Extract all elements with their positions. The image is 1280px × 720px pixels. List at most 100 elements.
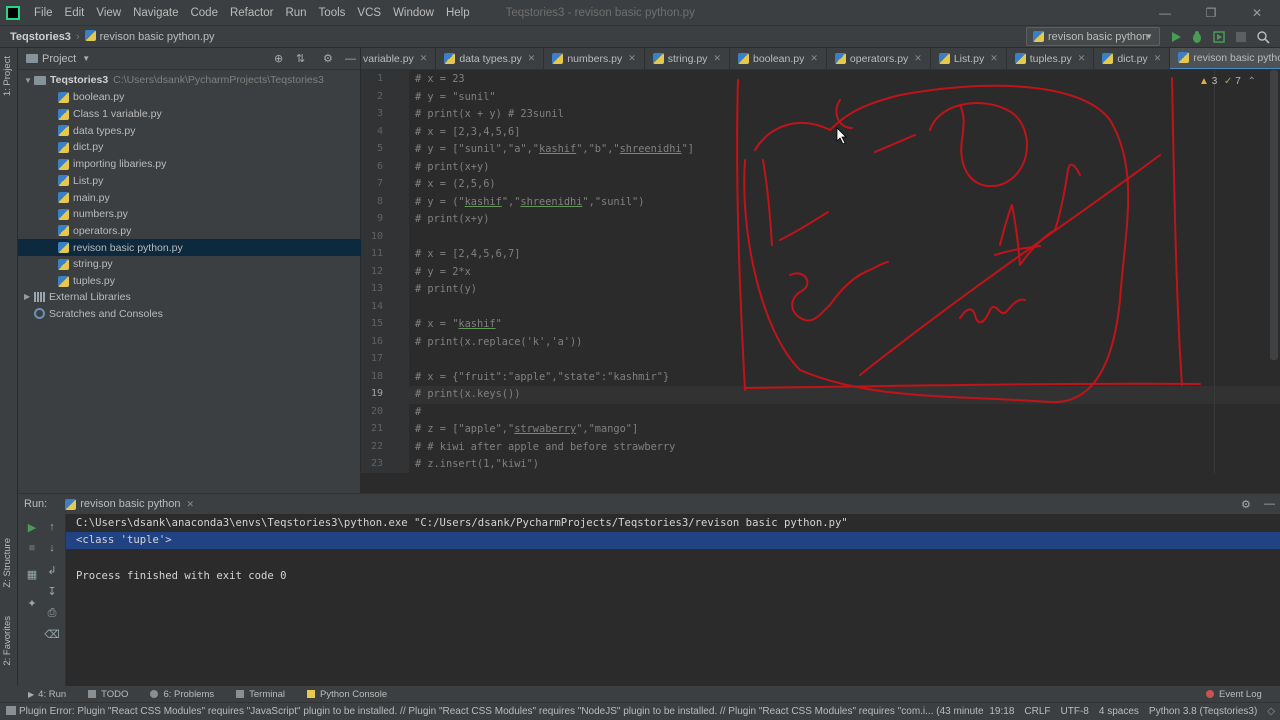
scroll-up-icon[interactable]: ↑ bbox=[45, 520, 59, 534]
menu-edit[interactable]: Edit bbox=[59, 7, 91, 19]
layout-icon[interactable]: ▦ bbox=[25, 567, 39, 581]
tree-file-item[interactable]: importing libaries.py bbox=[18, 156, 361, 173]
close-tab-icon[interactable]: ✕ bbox=[528, 53, 536, 64]
editor-tab[interactable]: variable.py ✕ bbox=[361, 48, 437, 69]
menu-help[interactable]: Help bbox=[440, 7, 476, 19]
pin-icon[interactable]: ✦ bbox=[25, 596, 39, 610]
menu-navigate[interactable]: Navigate bbox=[127, 7, 184, 19]
tree-file-item[interactable]: boolean.py bbox=[18, 89, 361, 106]
todo-tool-tab[interactable]: TODO bbox=[78, 689, 140, 700]
tree-file-item[interactable]: List.py bbox=[18, 173, 361, 190]
gear-icon[interactable]: ⚙ bbox=[1241, 498, 1251, 511]
terminal-tool-tab[interactable]: Terminal bbox=[226, 689, 297, 700]
close-tab-icon[interactable]: ✕ bbox=[420, 53, 428, 64]
close-tab-icon[interactable]: ✕ bbox=[187, 499, 195, 510]
scroll-down-icon[interactable]: ↓ bbox=[45, 541, 59, 555]
structure-tool-tab[interactable]: Z: Structure bbox=[2, 538, 13, 588]
tree-file-item[interactable]: Class 1 variable.py bbox=[18, 106, 361, 123]
tree-external-libraries[interactable]: ▶ External Libraries bbox=[18, 289, 361, 306]
hide-icon[interactable]: — bbox=[1264, 498, 1275, 510]
breadcrumb-file[interactable]: revison basic python.py bbox=[84, 30, 215, 43]
rerun-icon[interactable]: ▶ bbox=[25, 520, 39, 534]
editor-tab[interactable]: dict.py ✕ bbox=[1094, 48, 1171, 69]
console-output[interactable]: C:\Users\dsank\anaconda3\envs\Teqstories… bbox=[66, 514, 1280, 687]
close-tab-icon[interactable]: ✕ bbox=[1154, 53, 1162, 64]
stop-icon[interactable]: ■ bbox=[25, 541, 39, 555]
menu-file[interactable]: File bbox=[28, 7, 59, 19]
trash-icon[interactable]: ⌫ bbox=[44, 627, 60, 641]
run-button[interactable] bbox=[1167, 28, 1185, 46]
close-tab-icon[interactable]: ✕ bbox=[990, 53, 998, 64]
tree-file-label: revison basic python.py bbox=[73, 241, 183, 254]
gear-icon[interactable]: ⚙ bbox=[323, 52, 333, 65]
hide-icon[interactable]: — bbox=[345, 53, 356, 65]
close-tab-icon[interactable]: ✕ bbox=[914, 53, 922, 64]
tree-file-item[interactable]: main.py bbox=[18, 189, 361, 206]
editor-tab[interactable]: operators.py ✕ bbox=[827, 48, 931, 69]
menu-code[interactable]: Code bbox=[184, 7, 224, 19]
code-editor[interactable]: ▲ 3 ✓ 7 ⌃ # x = 23 # y = "sunil" # print(x… bbox=[409, 70, 1280, 473]
menu-window[interactable]: Window bbox=[387, 7, 440, 19]
chevron-down-icon[interactable]: ▼ bbox=[82, 54, 90, 63]
coverage-button[interactable] bbox=[1210, 28, 1228, 46]
run-tool-tab[interactable]: ▶ 4: Run bbox=[0, 689, 78, 700]
editor-tab[interactable]: List.py ✕ bbox=[931, 48, 1007, 69]
debug-button[interactable] bbox=[1188, 28, 1206, 46]
editor-tab[interactable]: string.py ✕ bbox=[645, 48, 730, 69]
event-log-tool-tab[interactable]: Event Log bbox=[1196, 689, 1274, 700]
problems-tool-tab[interactable]: 6: Problems bbox=[140, 689, 226, 700]
minimize-icon[interactable]: — bbox=[1142, 0, 1188, 26]
search-icon[interactable] bbox=[1254, 28, 1272, 46]
scroll-to-end-icon[interactable]: ↧ bbox=[45, 584, 59, 598]
editor-tab[interactable]: boolean.py ✕ bbox=[730, 48, 827, 69]
python-interpreter[interactable]: Python 3.8 (Teqstories3) bbox=[1144, 706, 1262, 717]
tree-file-item[interactable]: numbers.py bbox=[18, 206, 361, 223]
project-view-select[interactable]: Project bbox=[42, 53, 76, 65]
soft-wrap-icon[interactable]: ↲ bbox=[45, 563, 59, 577]
editor-scrollbar[interactable] bbox=[1270, 70, 1278, 360]
project-tool-tab[interactable]: 1: Project bbox=[2, 56, 13, 96]
menu-tools[interactable]: Tools bbox=[313, 7, 352, 19]
tree-root[interactable]: ▼ Teqstories3 C:\Users\dsank\PycharmProj… bbox=[18, 72, 361, 89]
editor-tab[interactable]: revison basic python.py✕ bbox=[1170, 48, 1280, 69]
menu-view[interactable]: View bbox=[90, 7, 127, 19]
run-config-select[interactable]: revison basic python ▼ bbox=[1026, 27, 1160, 46]
status-message[interactable]: Plugin Error: Plugin "React CSS Modules"… bbox=[0, 706, 984, 717]
indent-setting[interactable]: 4 spaces bbox=[1094, 706, 1144, 717]
editor-tab[interactable]: numbers.py ✕ bbox=[544, 48, 645, 69]
python-console-tool-tab[interactable]: Python Console bbox=[297, 689, 399, 700]
menu-vcs[interactable]: VCS bbox=[351, 7, 387, 19]
tree-file-item[interactable]: revison basic python.py bbox=[18, 239, 361, 256]
editor-tab[interactable]: tuples.py ✕ bbox=[1007, 48, 1095, 69]
inspection-widget[interactable]: ▲ 3 ✓ 7 ⌃ bbox=[1199, 76, 1256, 87]
close-icon[interactable]: ✕ bbox=[1234, 0, 1280, 26]
editor-tab[interactable]: data types.py ✕ bbox=[436, 48, 545, 69]
locate-icon[interactable]: ⊕ bbox=[274, 52, 283, 65]
menu-run[interactable]: Run bbox=[279, 7, 312, 19]
run-tab[interactable]: revison basic python bbox=[80, 498, 180, 510]
code-line: # print(x.keys()) bbox=[415, 388, 520, 400]
print-icon[interactable]: ⎙ bbox=[45, 606, 59, 620]
tree-scratches[interactable]: Scratches and Consoles bbox=[18, 305, 361, 322]
caret-position[interactable]: 19:18 bbox=[984, 706, 1019, 717]
close-tab-icon[interactable]: ✕ bbox=[1078, 53, 1086, 64]
breadcrumb-project[interactable]: Teqstories3 bbox=[0, 31, 71, 43]
favorites-tool-tab[interactable]: 2: Favorites bbox=[2, 616, 13, 666]
restore-icon[interactable]: ❐ bbox=[1188, 0, 1234, 26]
tree-file-item[interactable]: data types.py bbox=[18, 122, 361, 139]
tree-file-item[interactable]: string.py bbox=[18, 256, 361, 273]
close-tab-icon[interactable]: ✕ bbox=[713, 53, 721, 64]
lock-icon[interactable]: ◇ bbox=[1262, 706, 1280, 717]
tree-file-item[interactable]: dict.py bbox=[18, 139, 361, 156]
editor-tab-label: dict.py bbox=[1117, 52, 1148, 65]
stop-button[interactable] bbox=[1232, 28, 1250, 46]
tree-file-item[interactable]: operators.py bbox=[18, 223, 361, 240]
line-separator[interactable]: CRLF bbox=[1019, 706, 1055, 717]
file-encoding[interactable]: UTF-8 bbox=[1056, 706, 1094, 717]
tree-scratches-label: Scratches and Consoles bbox=[49, 307, 163, 320]
menu-refactor[interactable]: Refactor bbox=[224, 7, 279, 19]
collapse-all-icon[interactable]: ⇅ bbox=[296, 52, 305, 65]
tree-file-item[interactable]: tuples.py bbox=[18, 273, 361, 290]
close-tab-icon[interactable]: ✕ bbox=[810, 53, 818, 64]
close-tab-icon[interactable]: ✕ bbox=[628, 53, 636, 64]
